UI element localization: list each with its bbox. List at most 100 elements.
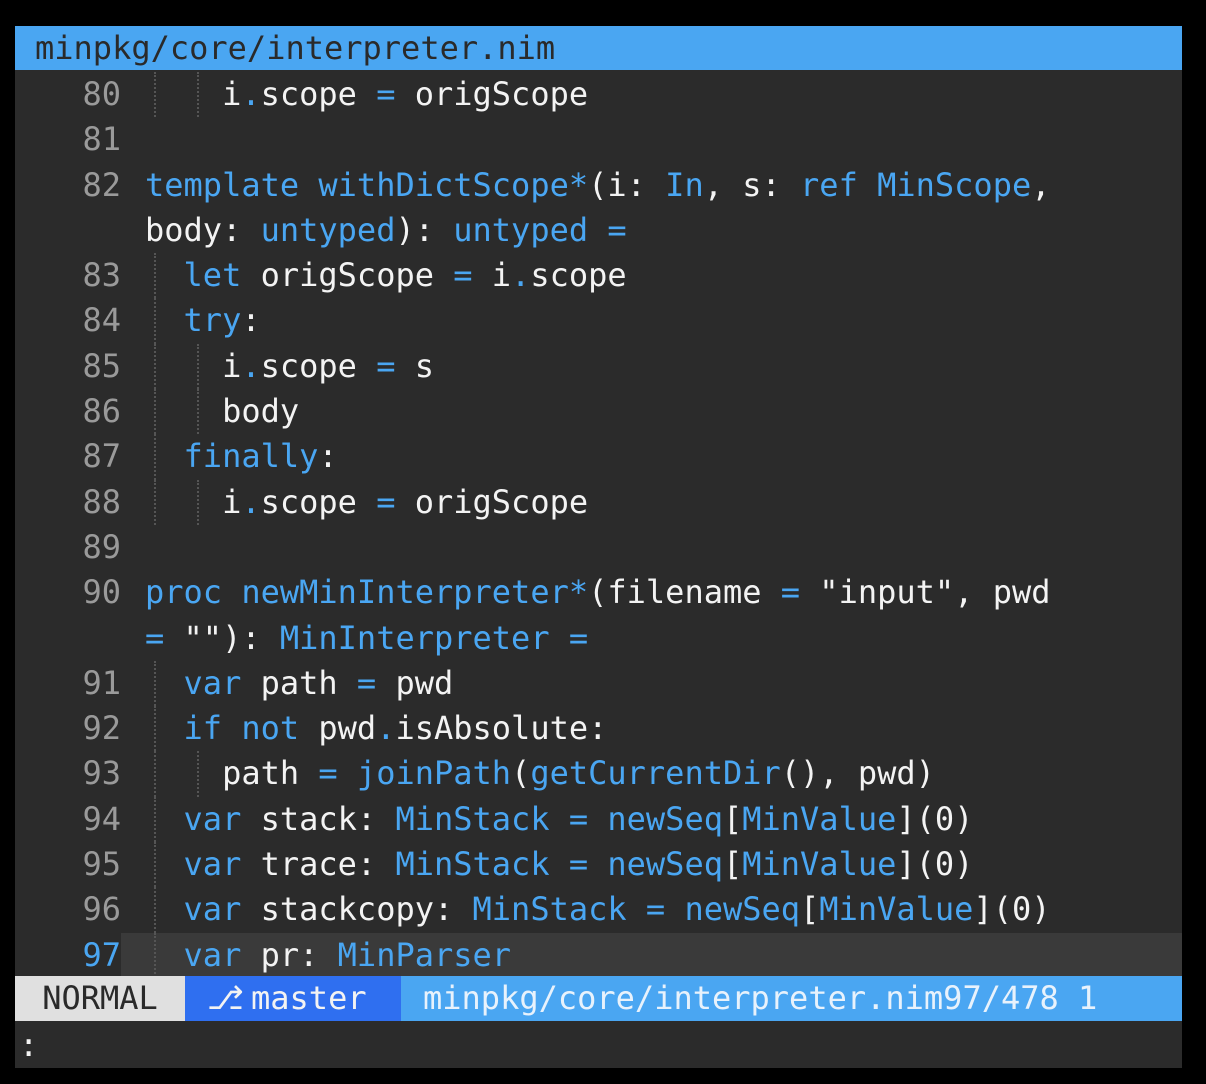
code-line[interactable]: 88 i.scope = origScope [15,479,1182,525]
code-token: ) [954,845,974,884]
code-token: = [568,618,589,657]
mode-indicator: NORMAL [15,976,185,1021]
code-line[interactable]: 89 [15,525,1182,570]
code-line[interactable]: 81 [15,117,1182,162]
code-text: var stack: MinStack = newSeq[MinValue](0… [145,797,974,842]
code-line[interactable]: 86 body [15,389,1182,435]
line-number: 80 [82,75,121,113]
code-line[interactable]: 93 path = joinPath(getCurrentDir(), pwd) [15,751,1182,797]
git-branch-icon: ⎇ [207,979,244,1017]
code-token: joinPath [356,754,512,793]
code-line[interactable]: 80 i.scope = origScope [15,72,1182,118]
code-token: ref [800,165,858,204]
code-token: : [241,301,261,340]
code-line-current[interactable]: 97 var pr: MinParser [15,932,1182,978]
code-token: ) [1031,890,1051,929]
code-token: pr: [241,935,338,974]
code-text: body: untyped): untyped = [145,208,627,253]
code-text: try: [145,298,261,343]
code-token: s [395,346,434,385]
code-token: = [645,890,666,929]
line-number: 95 [82,845,121,884]
code-token: MinStack [472,890,627,929]
code-token: newSeq [607,799,723,838]
command-line[interactable]: : [15,1023,1182,1068]
code-token: In [665,165,704,204]
code-token: . [241,482,261,521]
code-text: path = joinPath(getCurrentDir(), pwd) [145,751,935,796]
code-token: = [607,210,627,249]
editor-buffer[interactable]: 80 i.scope = origScope 81 82 template withD… [15,72,1182,978]
code-token: i [222,75,242,113]
code-text: = ""): MinInterpreter = [145,616,588,661]
code-line[interactable]: 92 if not pwd.isAbsolute: [15,706,1182,752]
code-text: template withDictScope*(i: In, s: ref Mi… [145,163,1050,208]
code-token: origScope [395,75,589,113]
code-token: ]( [896,845,935,884]
code-line[interactable]: 96 var stackcopy: MinStack = newSeq[MinV… [15,887,1182,933]
code-text: i.scope = origScope [145,480,588,525]
line-number: 82 [82,165,121,204]
code-token: var [183,845,242,884]
code-token: = [145,618,165,657]
code-token: origScope [241,256,454,295]
code-token: untyped [260,210,396,249]
code-line[interactable]: 82 template withDictScope*(i: In, s: ref … [15,163,1182,208]
code-line[interactable]: 90 proc newMinInterpreter*(filename = "in… [15,570,1182,615]
code-line[interactable]: 91 var path = pwd [15,660,1182,707]
code-text: proc newMinInterpreter*(filename = "inpu… [145,570,1050,615]
code-token: var [183,663,242,702]
code-token: [ [722,799,743,838]
code-line[interactable]: 85 i.scope = s [15,343,1182,390]
code-line[interactable]: = ""): MinInterpreter = [15,616,1182,661]
code-token: . [511,256,531,295]
code-token: : [318,437,338,476]
file-position-info: minpkg/core/interpreter.nim97/478 1 [423,979,1098,1017]
line-number: 85 [82,346,121,385]
code-token: pwd [376,663,454,702]
line-number: 96 [82,890,121,929]
code-token: var [183,890,242,929]
code-text: var path = pwd [145,661,454,706]
line-number: 94 [82,799,121,838]
line-number: 88 [82,482,121,521]
code-token: 0 [934,799,955,838]
code-token: . [376,709,396,748]
code-token: ""): [164,618,280,657]
code-text: var pr: MinParser [145,933,512,978]
code-token: isAbsolute: [395,709,608,748]
code-token: MinStack [395,799,550,838]
code-line[interactable]: 95 var trace: MinStack = newSeq[MinValue… [15,842,1182,888]
code-token: , s: [703,165,801,204]
code-token: var [183,935,242,974]
code-text: i.scope = s [145,344,434,389]
statusline: NORMAL ⎇ master minpkg/core/interpreter.… [15,976,1182,1021]
code-token: [ [800,890,820,929]
tabline-filename[interactable]: minpkg/core/interpreter.nim [15,26,1182,70]
code-text: i.scope = origScope [145,72,588,117]
code-text: if not pwd.isAbsolute: [145,706,608,751]
code-line[interactable]: 87 finally: [15,434,1182,480]
code-line[interactable]: 84 try: [15,298,1182,344]
code-token: MinValue [742,799,897,838]
code-token: MinScope [877,165,1032,204]
code-token: trace: [241,845,396,884]
code-line[interactable]: 94 var stack: MinStack = newSeq[MinValue… [15,796,1182,843]
code-token: MinValue [819,890,974,929]
code-line[interactable]: body: untyped): untyped = [15,208,1182,253]
code-token: pwd [299,709,377,748]
code-token: . [241,75,261,113]
code-line[interactable]: 83 let origScope = i.scope [15,253,1182,299]
line-number: 91 [82,663,121,702]
code-token: i [472,256,512,295]
code-token: newSeq [607,845,723,884]
code-token: . [241,346,261,385]
code-token: = [376,346,396,385]
